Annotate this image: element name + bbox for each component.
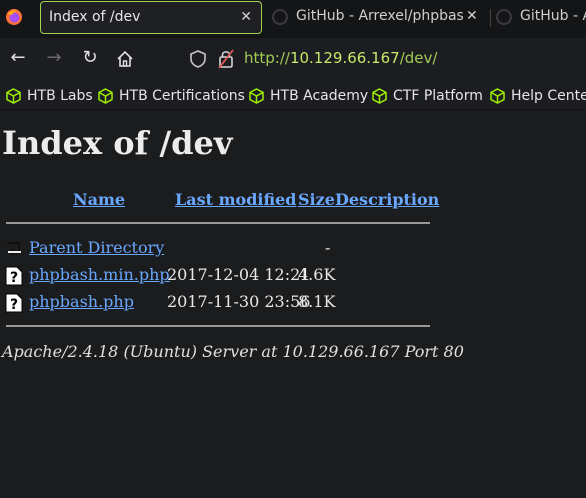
tab-title: GitHub - Arrexel/phpbash: [296, 8, 464, 24]
back-arrow-icon[interactable]: ←: [8, 48, 28, 68]
navigation-bar: ← → ↻ http://10.129.66.167/dev/: [0, 38, 586, 80]
bookmarks-bar: HTB Labs HTB Certifications HTB Academy …: [0, 80, 586, 110]
close-icon[interactable]: ✕: [466, 8, 478, 24]
github-icon: [272, 9, 288, 25]
column-header-description[interactable]: Description: [335, 190, 439, 209]
bookmark-htb-certifications[interactable]: HTB Certifications: [98, 86, 245, 106]
file-date: 2017-12-04 12:21: [167, 265, 311, 284]
file-size: 8.1K: [298, 292, 336, 311]
url-path: /dev/: [399, 49, 438, 67]
page-title: Index of /dev: [2, 124, 233, 162]
bookmark-htb-academy[interactable]: HTB Academy: [249, 86, 368, 106]
unknown-file-icon: ?: [5, 266, 23, 286]
tab-title: Index of /dev: [49, 9, 141, 25]
insecure-lock-icon[interactable]: [218, 49, 234, 69]
column-header-last-modified[interactable]: Last modified: [175, 190, 296, 209]
file-size: -: [325, 238, 331, 257]
bookmark-label: HTB Certifications: [119, 88, 245, 104]
shield-icon[interactable]: [190, 50, 206, 68]
htb-cube-icon: [98, 88, 113, 104]
htb-cube-icon: [249, 88, 264, 104]
column-header-size[interactable]: Size: [298, 190, 335, 209]
url-scheme: http://: [244, 49, 290, 67]
bookmark-label: CTF Platform: [393, 88, 483, 104]
bookmark-label: Help Center: [511, 88, 586, 104]
tab-index-of-dev[interactable]: Index of /dev ✕: [40, 1, 262, 34]
bookmark-htb-labs[interactable]: HTB Labs: [6, 86, 93, 106]
address-bar[interactable]: http://10.129.66.167/dev/: [184, 44, 586, 74]
table-row: ? phpbash.min.php 2017-12-04 12:21 4.6K: [0, 264, 440, 288]
unknown-file-icon: ?: [5, 293, 23, 313]
table-row: Parent Directory -: [0, 237, 440, 261]
divider: [6, 222, 430, 224]
svg-text:?: ?: [10, 270, 18, 286]
bookmark-help-center[interactable]: Help Center: [490, 86, 586, 106]
firefox-icon[interactable]: [5, 8, 23, 26]
file-size: 4.6K: [298, 265, 336, 284]
file-link[interactable]: Parent Directory: [29, 238, 164, 257]
back-icon: [7, 242, 21, 256]
tab-strip: Index of /dev ✕ GitHub - Arrexel/phpbash…: [0, 0, 586, 38]
svg-text:?: ?: [10, 297, 18, 313]
bookmark-ctf-platform[interactable]: CTF Platform: [372, 86, 483, 106]
tab-separator: [490, 9, 491, 27]
file-date: 2017-11-30 23:56: [167, 292, 311, 311]
url-host: 10.129.66.167: [289, 49, 400, 67]
htb-cube-icon: [372, 88, 387, 104]
forward-arrow-icon[interactable]: →: [44, 48, 64, 68]
file-link[interactable]: phpbash.min.php: [29, 265, 170, 284]
table-row: ? phpbash.php 2017-11-30 23:56 8.1K: [0, 291, 440, 315]
column-header-name[interactable]: Name: [73, 190, 125, 209]
url-text[interactable]: http://10.129.66.167/dev/: [244, 49, 437, 67]
bookmark-label: HTB Labs: [27, 88, 93, 104]
tab-github-phpbash[interactable]: GitHub - Arrexel/phpbash ✕: [268, 0, 488, 34]
tab-title: GitHub - A: [520, 8, 586, 24]
page-content: Index of /dev Name Last modified Size De…: [0, 111, 586, 498]
tab-github-a[interactable]: GitHub - A: [492, 0, 586, 34]
home-icon[interactable]: [116, 50, 134, 68]
htb-cube-icon: [6, 88, 21, 104]
divider: [6, 325, 430, 327]
github-icon: [496, 9, 512, 25]
server-signature: Apache/2.4.18 (Ubuntu) Server at 10.129.…: [2, 342, 464, 361]
close-icon[interactable]: ✕: [240, 9, 252, 25]
htb-cube-icon: [490, 88, 505, 104]
reload-icon[interactable]: ↻: [80, 48, 100, 68]
bookmark-label: HTB Academy: [270, 88, 369, 104]
file-link[interactable]: phpbash.php: [29, 292, 134, 311]
